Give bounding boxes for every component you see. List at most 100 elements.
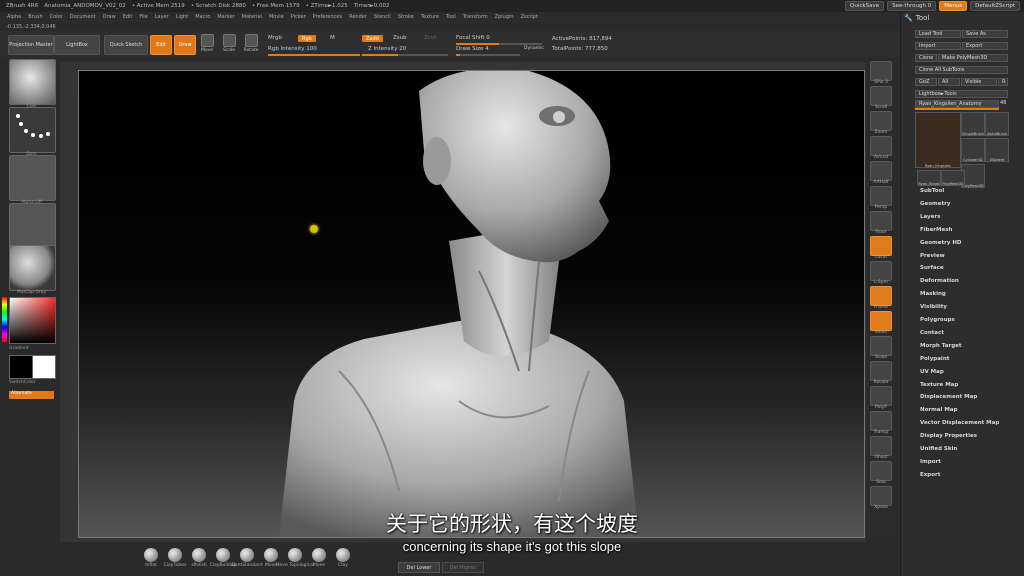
color-picker[interactable] (9, 297, 56, 344)
tool-menu-texture-map[interactable]: Texture Map (920, 382, 958, 388)
menu-stroke[interactable]: Stroke (398, 14, 414, 20)
brush-thumbnail[interactable] (9, 59, 56, 105)
edit-button[interactable]: Edit (150, 35, 172, 55)
menu-tool[interactable]: Tool (446, 14, 456, 20)
material-thumbnail[interactable] (9, 245, 56, 291)
tool-menu-layers[interactable]: Layers (920, 214, 940, 220)
rgb-intensity-slider[interactable] (268, 54, 360, 56)
menu-document[interactable]: Document (70, 14, 96, 20)
tool-menu-fibermesh[interactable]: FiberMesh (920, 227, 952, 233)
tool-menu-polygroups[interactable]: Polygroups (920, 317, 955, 323)
zcut-toggle[interactable]: Zcut (424, 35, 436, 41)
visible-button[interactable]: Visible (961, 78, 997, 86)
tool-menu-geometry[interactable]: Geometry (920, 201, 950, 207)
quicksave-button[interactable]: QuickSave (845, 1, 885, 11)
del-higher-button[interactable]: Del Higher (442, 562, 484, 573)
menu-macro[interactable]: Macro (195, 14, 210, 20)
shelf-move-button[interactable] (870, 311, 892, 331)
menu-zplugin[interactable]: Zplugin (495, 14, 514, 20)
tool-menu-unified-skin[interactable]: Unified Skin (920, 446, 957, 452)
shelf-xpose-button[interactable] (870, 486, 892, 506)
tool-menu-polypaint[interactable]: Polypaint (920, 356, 949, 362)
menu-alpha[interactable]: Alpha (7, 14, 21, 20)
switchcolor-button[interactable]: SwitchColor (9, 380, 54, 385)
move-tool[interactable]: Move (199, 34, 215, 54)
menu-file[interactable]: File (139, 14, 147, 20)
r-button[interactable]: R (998, 78, 1008, 86)
menu-transform[interactable]: Transform (463, 14, 488, 20)
tool-menu-normal-map[interactable]: Normal Map (920, 407, 957, 413)
menus-button[interactable]: Menus (939, 1, 968, 11)
goz-button[interactable]: GoZ (915, 78, 937, 86)
tool-thumbnail[interactable]: PolyMesh3D (941, 170, 965, 186)
menu-material[interactable]: Material (242, 14, 262, 20)
secondary-color-swatch[interactable] (32, 355, 56, 379)
tool-menu-geometry-hd[interactable]: Geometry HD (920, 240, 962, 246)
menu-stencil[interactable]: Stencil (374, 14, 391, 20)
menu-edit[interactable]: Edit (123, 14, 133, 20)
tool-menu-subtool[interactable]: SubTool (920, 188, 944, 194)
shelf-rotate-button[interactable] (870, 361, 892, 381)
lightbox-button[interactable]: LightBox (54, 35, 100, 55)
make-polymesh-button[interactable]: Make PolyMesh3D (938, 54, 1008, 62)
dynamic-toggle[interactable]: Dynamic (524, 46, 544, 51)
tool-menu-masking[interactable]: Masking (920, 291, 946, 297)
tool-menu-uv-map[interactable]: UV Map (920, 369, 944, 375)
shelf-frame-button[interactable] (870, 286, 892, 306)
tool-panel-header[interactable]: 🔧 Tool (901, 12, 1024, 24)
shelf-spix-3-button[interactable] (870, 61, 892, 81)
rgb-toggle[interactable]: Rgb (298, 35, 316, 42)
all-button[interactable]: All (938, 78, 960, 86)
menu-marker[interactable]: Marker (217, 14, 234, 20)
clone-button[interactable]: Clone (915, 54, 937, 62)
shelf-polyf-button[interactable] (870, 386, 892, 406)
menu-light[interactable]: Light (176, 14, 188, 20)
seethrough-slider[interactable]: See-through 0 (887, 1, 937, 11)
zscript-button[interactable]: DefaultZScript (970, 1, 1020, 11)
menu-zscript[interactable]: Zscript (521, 14, 538, 20)
focal-shift-slider[interactable] (456, 43, 542, 45)
shelf-local-button[interactable] (870, 236, 892, 256)
tool-menu-preview[interactable]: Preview (920, 253, 945, 259)
alpha-thumbnail[interactable] (9, 155, 56, 201)
menu-preferences[interactable]: Preferences (313, 14, 342, 20)
shelf-zoom-button[interactable] (870, 111, 892, 131)
tool-menu-import[interactable]: Import (920, 459, 941, 465)
tool-thumbnail[interactable]: Ryan_Kingsl (917, 170, 941, 186)
tool-menu-export[interactable]: Export (920, 472, 940, 478)
tool-thumbnail[interactable]: Cylinder3D (961, 138, 985, 162)
shelf-persp-button[interactable] (870, 186, 892, 206)
texture-thumbnail[interactable] (9, 203, 56, 249)
shelf-solo-button[interactable] (870, 461, 892, 481)
shelf-ghost-button[interactable] (870, 436, 892, 456)
draw-size-slider[interactable] (456, 54, 520, 56)
shelf-transp-button[interactable] (870, 411, 892, 431)
draw-button[interactable]: Draw (174, 35, 196, 55)
current-tool-slider[interactable]: Ryan_Kingslien_Anatomy (915, 100, 999, 108)
shelf-scroll-button[interactable] (870, 86, 892, 106)
tool-menu-deformation[interactable]: Deformation (920, 278, 959, 284)
tool-menu-display-properties[interactable]: Display Properties (920, 433, 977, 439)
menu-color[interactable]: Color (50, 14, 63, 20)
menu-draw[interactable]: Draw (103, 14, 116, 20)
hue-strip[interactable] (2, 297, 7, 342)
m-toggle[interactable]: M (330, 35, 335, 41)
load-tool-button[interactable]: Load Tool (915, 30, 961, 38)
tool-menu-surface[interactable]: Surface (920, 265, 944, 271)
shelf-l-sym-button[interactable] (870, 261, 892, 281)
del-lower-button[interactable]: Del Lower (398, 562, 440, 573)
tool-menu-displacement-map[interactable]: Displacement Map (920, 394, 977, 400)
menu-movie[interactable]: Movie (269, 14, 284, 20)
tool-menu-visibility[interactable]: Visibility (920, 304, 947, 310)
zsub-toggle[interactable]: Zsub (393, 35, 407, 41)
mrgb-toggle[interactable]: Mrgb (268, 35, 282, 41)
z-intensity-slider[interactable] (362, 54, 448, 56)
tool-thumbnail[interactable]: AlphaBrush (985, 112, 1009, 136)
shelf-actual-button[interactable] (870, 136, 892, 156)
stroke-thumbnail[interactable] (9, 107, 56, 153)
save-as-button[interactable]: Save As (962, 30, 1008, 38)
tool-menu-morph-target[interactable]: Morph Target (920, 343, 962, 349)
menu-picker[interactable]: Picker (291, 14, 306, 20)
document-canvas[interactable] (78, 70, 865, 538)
scale-tool[interactable]: Scale (221, 34, 237, 54)
